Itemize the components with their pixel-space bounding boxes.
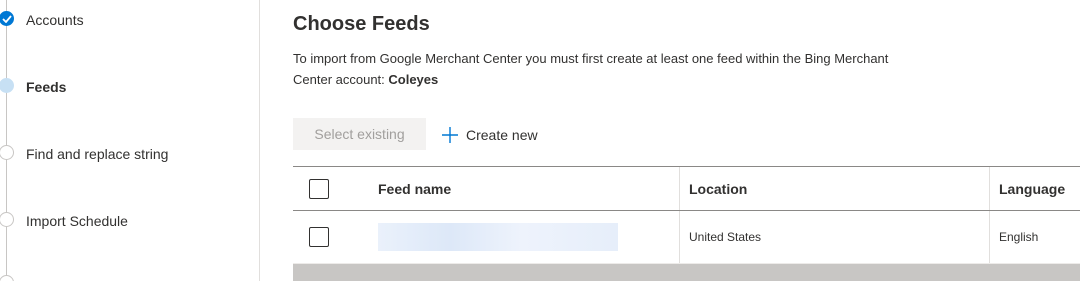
- step-pending-indicator: [0, 275, 14, 281]
- checkmark-icon: [2, 15, 12, 23]
- feeds-table: Feed name Location Language United State…: [293, 166, 1080, 264]
- column-divider: [679, 167, 680, 210]
- select-all-cell: [309, 167, 329, 210]
- horizontal-scrollbar[interactable]: [293, 264, 1080, 281]
- step-accounts[interactable]: Accounts: [0, 8, 255, 30]
- step-current-indicator: [0, 78, 14, 93]
- step-pending-indicator: [0, 212, 14, 227]
- language-cell: English: [999, 230, 1039, 244]
- select-existing-button[interactable]: Select existing: [293, 118, 426, 150]
- location-cell: United States: [689, 230, 762, 244]
- column-header-language[interactable]: Language: [999, 167, 1065, 210]
- account-name: Coleyes: [388, 72, 439, 87]
- step-feeds[interactable]: Feeds: [0, 75, 255, 97]
- page-description: To import from Google Merchant Center yo…: [293, 48, 893, 90]
- create-new-button[interactable]: Create new: [441, 123, 538, 147]
- table-row[interactable]: United States English: [293, 211, 1080, 264]
- step-pending-indicator: [0, 145, 14, 160]
- plus-icon: [442, 127, 458, 143]
- column-divider: [989, 167, 990, 210]
- step-label: Feeds: [26, 79, 67, 95]
- wizard-stepper: Accounts Feeds Find and replace string I…: [0, 0, 260, 281]
- column-header-location[interactable]: Location: [689, 167, 747, 210]
- step-label: Import Schedule: [26, 213, 128, 229]
- column-divider: [989, 211, 990, 263]
- column-divider: [679, 211, 680, 263]
- step-find-and-replace[interactable]: Find and replace string: [0, 142, 255, 164]
- step-import-schedule[interactable]: Import Schedule: [0, 209, 255, 231]
- row-checkbox[interactable]: [309, 227, 329, 247]
- row-select-cell: [309, 211, 329, 263]
- table-header: Feed name Location Language: [293, 166, 1080, 211]
- page-title: Choose Feeds: [293, 13, 430, 35]
- select-all-checkbox[interactable]: [309, 178, 329, 199]
- step-label: Accounts: [26, 12, 84, 28]
- feed-name-cell: [378, 211, 618, 263]
- create-new-label: Create new: [466, 127, 538, 143]
- step-next-hidden: [0, 272, 255, 281]
- step-label: Find and replace string: [26, 146, 169, 162]
- description-text: To import from Google Merchant Center yo…: [293, 51, 889, 87]
- redacted-feed-name: [378, 223, 618, 251]
- feed-import-wizard: Accounts Feeds Find and replace string I…: [0, 0, 1080, 281]
- step-complete-indicator: [0, 11, 14, 26]
- stepper-rail: [6, 0, 7, 281]
- choose-feeds-panel: Choose Feeds To import from Google Merch…: [293, 0, 1080, 281]
- column-header-feed-name[interactable]: Feed name: [378, 167, 451, 210]
